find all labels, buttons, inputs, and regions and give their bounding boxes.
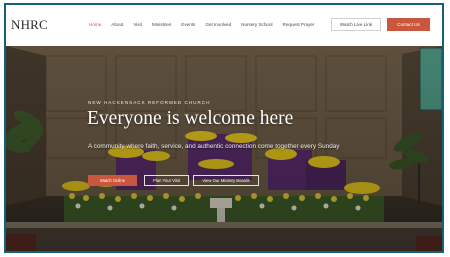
view-ministry-boards-button[interactable]: View Our Ministry Boards [193,175,259,186]
contact-us-button[interactable]: Contact Us [387,18,430,31]
nav-home[interactable]: Home [89,22,101,27]
plan-your-visit-button[interactable]: Plan Your Visit [144,175,189,186]
watch-online-button[interactable]: Watch Online [88,175,137,186]
nav-request-prayer[interactable]: Request Prayer [283,22,315,27]
main-nav: Home About Visit Ministries Events Get I… [89,22,314,27]
site-logo[interactable]: NHRC [11,17,48,33]
nav-about[interactable]: About [111,22,123,27]
nav-events[interactable]: Events [181,22,195,27]
nav-visit[interactable]: Visit [133,22,142,27]
church-name-kicker: NEW HACKENSACK REFORMED CHURCH [88,100,211,105]
site-header: NHRC Home About Visit Ministries Events … [6,5,442,47]
hero-subtitle: A community where faith, service, and au… [88,143,340,150]
watch-live-link-button[interactable]: Watch Live Link [331,18,381,31]
nav-get-involved[interactable]: Get Involved [205,22,231,27]
nav-nursery-school[interactable]: Nursery School [241,22,272,27]
hero-headline: Everyone is welcome here [87,108,294,129]
nav-ministries[interactable]: Ministries [152,22,171,27]
hero-section: NEW HACKENSACK REFORMED CHURCH Everyone … [6,46,442,251]
browser-frame: NHRC Home About Visit Ministries Events … [4,3,444,253]
